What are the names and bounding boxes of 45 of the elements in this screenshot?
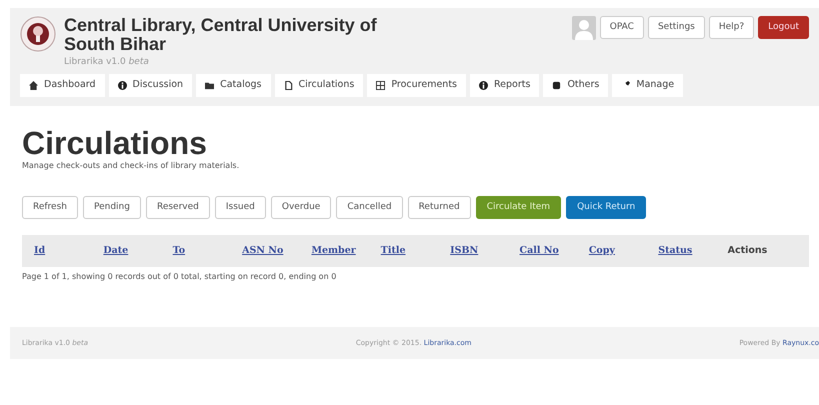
column-sort-link[interactable]: ISBN bbox=[450, 244, 520, 258]
nav-tab[interactable]: Manage bbox=[612, 74, 684, 96]
header-button[interactable]: Settings bbox=[648, 16, 705, 39]
action-button[interactable]: Quick Return bbox=[566, 196, 646, 219]
nav-tab[interactable]: Reports bbox=[470, 74, 540, 96]
column-sort-link[interactable]: Copy bbox=[588, 244, 658, 258]
avatar-icon[interactable] bbox=[572, 16, 596, 40]
nav-tab[interactable]: Procurements bbox=[367, 74, 466, 96]
column-sort-link[interactable]: Date bbox=[103, 244, 173, 258]
column-sort-link[interactable]: Member bbox=[311, 244, 381, 258]
pagination-text: Page 1 of 1, showing 0 records out of 0 total, starting on record 0, ending on 0 bbox=[22, 271, 338, 283]
filter-button[interactable]: Refresh bbox=[22, 196, 78, 219]
version-text: Librarika v1.0 beta bbox=[64, 56, 150, 69]
column-sort-link[interactable]: ASN No bbox=[242, 244, 312, 258]
filter-button[interactable]: Cancelled bbox=[336, 196, 403, 219]
filter-button[interactable]: Overdue bbox=[270, 196, 332, 219]
grid-icon bbox=[376, 80, 386, 90]
nav-tab[interactable]: Others bbox=[543, 74, 608, 96]
library-title: Central Library, Central University of South Bihar bbox=[64, 16, 378, 54]
document-icon bbox=[284, 80, 293, 90]
nav-tab[interactable]: Catalogs bbox=[196, 74, 271, 96]
home-icon bbox=[29, 80, 38, 90]
filter-button[interactable]: Returned bbox=[408, 196, 471, 219]
square-icon bbox=[552, 80, 562, 90]
nav-tab[interactable]: Circulations bbox=[274, 74, 364, 96]
column-sort-link[interactable]: Title bbox=[380, 244, 450, 258]
column-sort-link[interactable]: Id bbox=[34, 244, 104, 258]
filter-button[interactable]: Reserved bbox=[146, 196, 210, 219]
logout-button[interactable]: Logout bbox=[758, 16, 809, 39]
page-title: Circulations bbox=[22, 126, 208, 160]
info-icon bbox=[479, 80, 488, 90]
info-icon bbox=[118, 80, 127, 90]
library-logo bbox=[20, 16, 56, 52]
page-subtitle: Manage check-outs and check-ins of library materials. bbox=[22, 160, 240, 172]
filter-button[interactable]: Issued bbox=[214, 196, 266, 219]
header-button[interactable]: OPAC bbox=[600, 16, 644, 39]
column-header: Actions bbox=[728, 244, 768, 258]
nav-tab[interactable]: Discussion bbox=[108, 74, 192, 96]
folder-icon bbox=[205, 80, 214, 90]
column-sort-link[interactable]: To bbox=[172, 244, 242, 258]
column-sort-link[interactable]: Call No bbox=[520, 244, 589, 258]
column-sort-link[interactable]: Status bbox=[658, 244, 728, 258]
header-button[interactable]: Help? bbox=[708, 16, 754, 39]
nav-tab[interactable]: Dashboard bbox=[20, 74, 105, 96]
filter-button[interactable]: Pending bbox=[83, 196, 141, 219]
